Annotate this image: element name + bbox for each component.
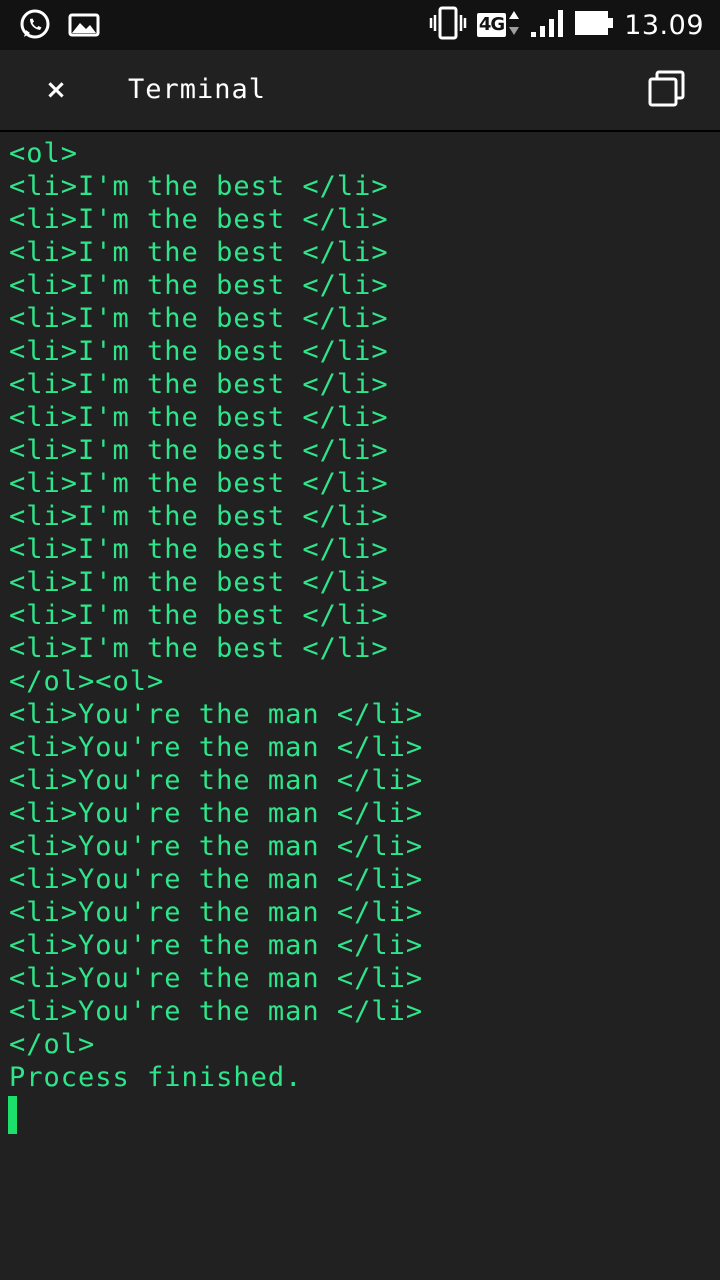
terminal-line: </ol> bbox=[9, 1029, 96, 1060]
terminal-line: <li>You're the man </li> bbox=[9, 897, 424, 928]
terminal-line: <li>I'm the best </li> bbox=[9, 600, 389, 631]
terminal-line: <li>I'm the best </li> bbox=[9, 501, 389, 532]
terminal-lines: <ol> <li>I'm the best </li> <li>I'm the be… bbox=[0, 133, 720, 1094]
terminal-line: <li>You're the man </li> bbox=[9, 798, 424, 829]
network-type-badge: 4G bbox=[476, 13, 507, 37]
vibrate-icon bbox=[429, 6, 467, 44]
terminal-line: <li>I'm the best </li> bbox=[9, 369, 389, 400]
page-title: Terminal bbox=[128, 74, 267, 105]
gallery-icon bbox=[68, 11, 100, 43]
windows-button[interactable] bbox=[646, 68, 690, 112]
terminal-line: <li>You're the man </li> bbox=[9, 930, 424, 961]
terminal-line: <li>I'm the best </li> bbox=[9, 633, 389, 664]
whatsapp-icon bbox=[18, 8, 52, 46]
terminal-cursor bbox=[8, 1096, 17, 1134]
terminal-line: <li>I'm the best </li> bbox=[9, 303, 389, 334]
terminal-line: <li>I'm the best </li> bbox=[9, 567, 389, 598]
app-bar: × Terminal bbox=[0, 50, 720, 132]
terminal-line: <li>I'm the best </li> bbox=[9, 270, 389, 301]
status-bar: 4G 13.09 bbox=[0, 0, 720, 50]
terminal-line: <li>I'm the best </li> bbox=[9, 204, 389, 235]
terminal-line: Process finished. bbox=[9, 1062, 303, 1093]
terminal-line: <li>You're the man </li> bbox=[9, 699, 424, 730]
terminal-line: </ol><ol> bbox=[9, 666, 165, 697]
terminal-line: <li>I'm the best </li> bbox=[9, 435, 389, 466]
terminal-output[interactable]: <ol> <li>I'm the best </li> <li>I'm the be… bbox=[0, 133, 720, 1280]
signal-icon bbox=[530, 8, 564, 42]
terminal-line: <li>You're the man </li> bbox=[9, 864, 424, 895]
terminal-line: <li>You're the man </li> bbox=[9, 996, 424, 1027]
windows-icon bbox=[646, 70, 690, 116]
terminal-line: <li>You're the man </li> bbox=[9, 963, 424, 994]
status-bar-left bbox=[18, 8, 100, 46]
status-bar-right: 4G 13.09 bbox=[429, 0, 704, 50]
terminal-line: <li>I'm the best </li> bbox=[9, 171, 389, 202]
network-arrows-icon bbox=[508, 9, 520, 41]
terminal-line: <li>I'm the best </li> bbox=[9, 534, 389, 565]
terminal-line: <li>I'm the best </li> bbox=[9, 402, 389, 433]
terminal-line: <li>You're the man </li> bbox=[9, 732, 424, 763]
terminal-line: <li>You're the man </li> bbox=[9, 831, 424, 862]
terminal-line: <ol> bbox=[9, 138, 79, 169]
battery-icon bbox=[574, 10, 614, 40]
terminal-line: <li>I'm the best </li> bbox=[9, 336, 389, 367]
terminal-line: <li>I'm the best </li> bbox=[9, 468, 389, 499]
status-time: 13.09 bbox=[624, 9, 704, 41]
terminal-line: <li>You're the man </li> bbox=[9, 765, 424, 796]
close-button[interactable]: × bbox=[36, 70, 76, 110]
terminal-line: <li>I'm the best </li> bbox=[9, 237, 389, 268]
